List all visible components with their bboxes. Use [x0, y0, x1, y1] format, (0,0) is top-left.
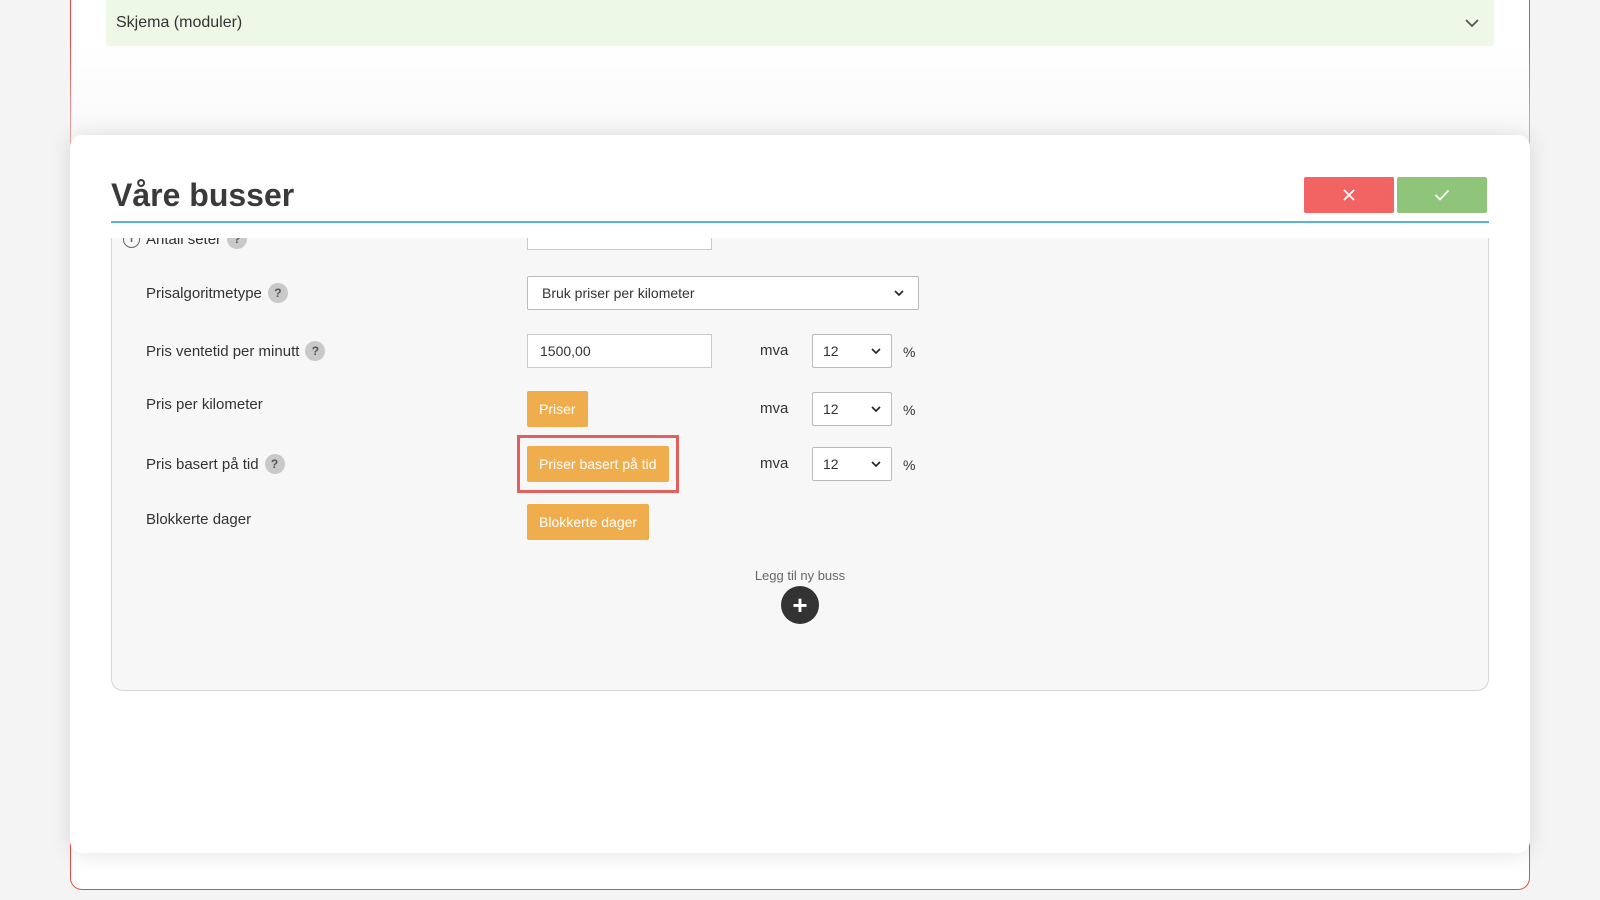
mva-value: 12 [823, 343, 839, 359]
wait-price-value: 1500,00 [540, 343, 591, 359]
close-icon [1343, 189, 1355, 201]
chevron-down-icon [1465, 19, 1479, 28]
prices-button[interactable]: Priser [527, 391, 588, 427]
wait-price-mva-select[interactable]: 12 [812, 334, 892, 368]
row-time-price: Pris basert på tid ? [146, 454, 285, 474]
title-divider [111, 221, 1489, 223]
time-price-mva-select[interactable]: 12 [812, 447, 892, 481]
seats-input[interactable] [527, 238, 712, 250]
row-seats: i Antall seter ? [123, 238, 248, 249]
mva-label: mva [760, 455, 789, 472]
price-algorithm-value: Bruk priser per kilometer [542, 285, 695, 301]
accordion-label: Skjema (moduler) [116, 14, 243, 31]
help-icon[interactable]: ? [264, 454, 285, 474]
row-blocked-days: Blokkerte dager [146, 511, 251, 528]
blocked-days-button[interactable]: Blokkerte dager [527, 504, 650, 540]
background-fade [70, 40, 1530, 150]
row-wait-price: Pris ventetid per minutt ? [146, 341, 326, 361]
time-price-label: Pris basert på tid [146, 455, 259, 473]
mva-value: 12 [823, 401, 839, 417]
help-icon[interactable]: ? [227, 238, 248, 249]
price-algorithm-label: Prisalgoritmetype [146, 284, 262, 302]
modal-dialog: Våre busser i Antall seter ? Prisalgorit… [70, 135, 1530, 853]
add-bus-label: Legg til ny buss [754, 568, 846, 583]
chevron-down-icon [871, 461, 881, 468]
help-icon[interactable]: ? [267, 283, 288, 303]
percent-unit: % [903, 457, 916, 473]
chevron-down-icon [871, 348, 881, 355]
blocked-days-label: Blokkerte dager [146, 511, 252, 528]
help-icon[interactable]: ? [305, 341, 326, 361]
km-price-mva-select[interactable]: 12 [812, 392, 892, 426]
confirm-button[interactable] [1397, 177, 1487, 213]
mva-label: mva [760, 342, 789, 359]
km-price-label: Pris per kilometer [146, 396, 263, 413]
wait-price-label: Pris ventetid per minutt [146, 342, 300, 360]
mva-value: 12 [823, 456, 839, 472]
add-bus-button[interactable]: + [781, 586, 819, 624]
chevron-down-icon [894, 290, 904, 297]
price-algorithm-select[interactable]: Bruk priser per kilometer [527, 276, 919, 310]
row-km-price: Pris per kilometer [146, 396, 263, 413]
time-prices-button[interactable]: Priser basert på tid [527, 446, 669, 482]
modal-title: Våre busser [111, 177, 295, 213]
mva-label: mva [760, 400, 789, 417]
wait-price-input[interactable]: 1500,00 [527, 334, 712, 368]
row-price-algorithm: Prisalgoritmetype ? [146, 283, 288, 303]
percent-unit: % [903, 402, 916, 418]
plus-icon: + [792, 590, 808, 620]
chevron-down-icon [871, 406, 881, 413]
percent-unit: % [903, 344, 916, 360]
cancel-button[interactable] [1304, 177, 1394, 213]
check-icon [1434, 189, 1450, 201]
seats-label: Antall seter [146, 238, 222, 248]
info-icon: i [123, 238, 140, 248]
